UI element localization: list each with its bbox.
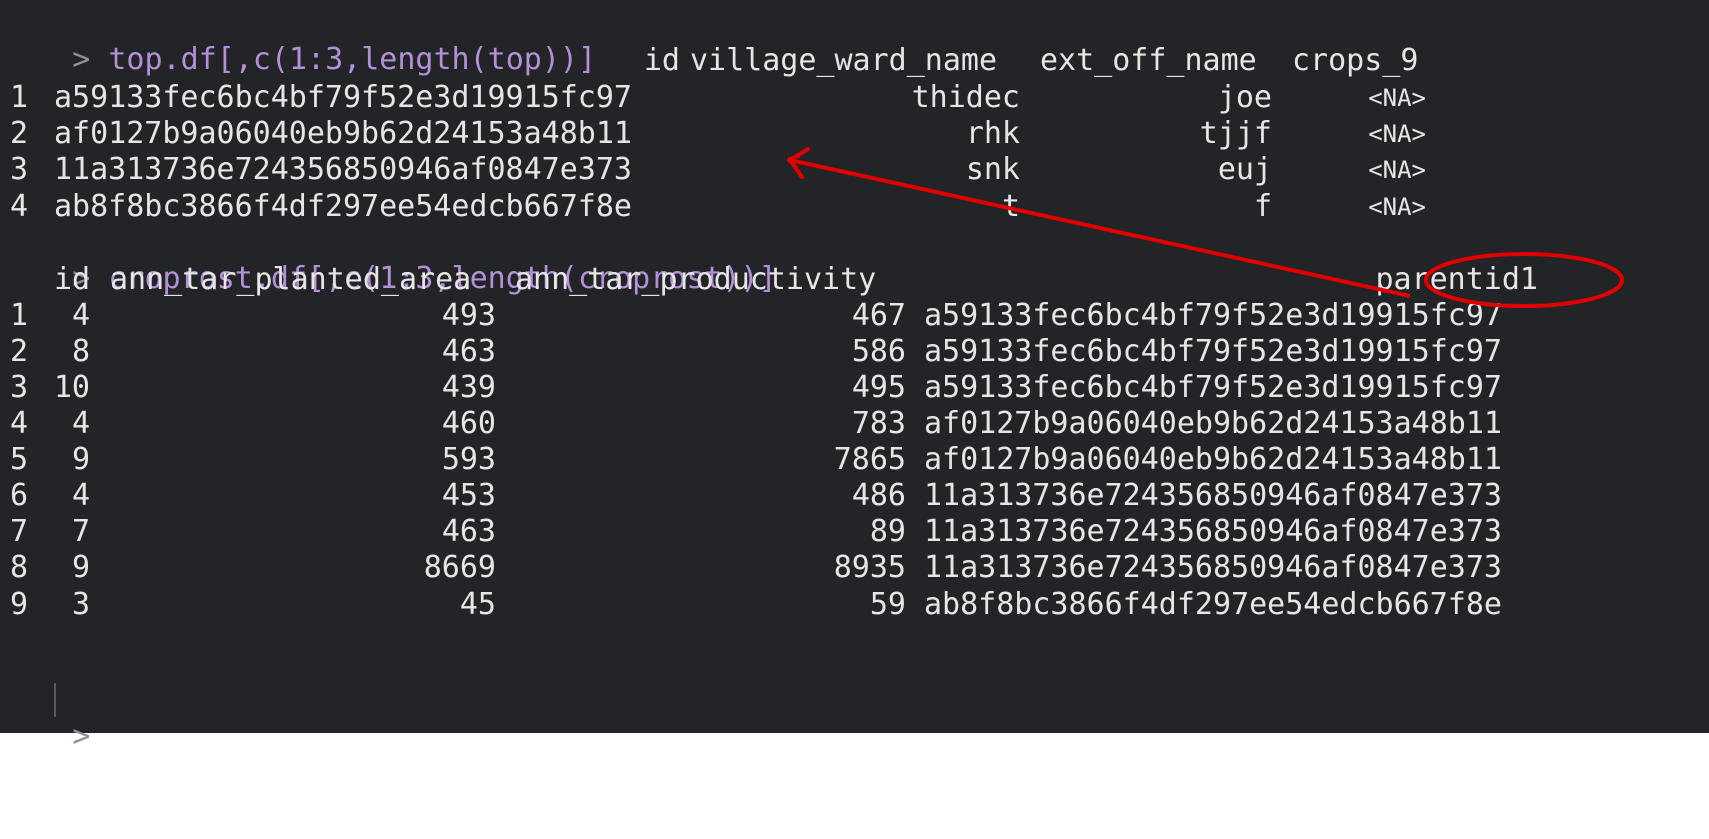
cell-productivity: 467 [851, 298, 906, 333]
header-ann-tar-planted-area: ann_tar_planted_area [110, 262, 472, 297]
row-number: 3 [10, 152, 29, 187]
cell-id: 3 [71, 587, 90, 622]
cell-village-ward-name: t [1001, 189, 1020, 224]
cell-id: 4 [71, 406, 90, 441]
top-table-header: id village_ward_name ext_off_name crops_… [0, 43, 1709, 79]
cell-id: 11a313736e724356850946af0847e373 [54, 152, 632, 187]
cell-planted-area: 493 [441, 298, 496, 333]
header-id: id [54, 262, 91, 297]
cell-crops-9: <NA> [1368, 156, 1426, 184]
croprost-table-row: 3 10 439 495 a59133fec6bc4bf79f52e3d1991… [0, 370, 1709, 406]
cell-planted-area: 439 [441, 370, 496, 405]
cell-productivity: 486 [851, 478, 906, 513]
cell-crops-9: <NA> [1368, 84, 1426, 112]
cell-ext-off-name: euj [1217, 152, 1272, 187]
header-id: id [643, 43, 680, 78]
cell-parentid1: a59133fec6bc4bf79f52e3d19915fc97 [924, 370, 1502, 405]
croprost-table-row: 4 4 460 783 af0127b9a06040eb9b62d24153a4… [0, 406, 1709, 442]
row-number: 8 [10, 550, 29, 585]
cell-id: 9 [71, 442, 90, 477]
prompt-symbol: > [72, 719, 91, 754]
cell-productivity: 7865 [833, 442, 906, 477]
cell-productivity: 783 [851, 406, 906, 441]
top-table-row: 4 ab8f8bc3866f4df297ee54edcb667f8e t f <… [0, 189, 1709, 225]
cell-planted-area: 463 [441, 514, 496, 549]
row-number: 2 [10, 116, 29, 151]
cell-planted-area: 8669 [423, 550, 496, 585]
cell-planted-area: 463 [441, 334, 496, 369]
header-parentid1: parentid1 [1375, 262, 1538, 297]
row-number: 1 [10, 298, 29, 333]
cell-productivity: 586 [851, 334, 906, 369]
cell-parentid1: ab8f8bc3866f4df297ee54edcb667f8e [924, 587, 1502, 622]
row-number: 4 [10, 189, 29, 224]
croprost-table-row: 9 3 45 59 ab8f8bc3866f4df297ee54edcb667f… [0, 587, 1709, 623]
cell-crops-9: <NA> [1368, 193, 1426, 221]
cell-id: a59133fec6bc4bf79f52e3d19915fc97 [54, 80, 632, 115]
row-number: 4 [10, 406, 29, 441]
croprost-table-row: 2 8 463 586 a59133fec6bc4bf79f52e3d19915… [0, 334, 1709, 370]
cell-id: 4 [71, 298, 90, 333]
input-prompt-line[interactable]: > [0, 683, 90, 754]
cell-id: 8 [71, 334, 90, 369]
croprost-table-row: 6 4 453 486 11a313736e724356850946af0847… [0, 478, 1709, 514]
cell-ext-off-name: tjjf [1199, 116, 1272, 151]
croprost-table-row: 7 7 463 89 11a313736e724356850946af0847e… [0, 514, 1709, 550]
cell-parentid1: 11a313736e724356850946af0847e373 [924, 550, 1502, 585]
cell-ext-off-name: f [1253, 189, 1272, 224]
cell-ext-off-name: joe [1217, 80, 1272, 115]
row-number: 2 [10, 334, 29, 369]
row-number: 5 [10, 442, 29, 477]
cell-parentid1: 11a313736e724356850946af0847e373 [924, 514, 1502, 549]
cell-productivity: 89 [869, 514, 906, 549]
cell-parentid1: a59133fec6bc4bf79f52e3d19915fc97 [924, 298, 1502, 333]
row-number: 6 [10, 478, 29, 513]
cell-planted-area: 45 [459, 587, 496, 622]
croprost-table-header: id ann_tar_planted_area ann_tar_producti… [0, 262, 1709, 298]
cell-parentid1: 11a313736e724356850946af0847e373 [924, 478, 1502, 513]
cell-parentid1: a59133fec6bc4bf79f52e3d19915fc97 [924, 334, 1502, 369]
croprost-table-row: 1 4 493 467 a59133fec6bc4bf79f52e3d19915… [0, 298, 1709, 334]
cell-village-ward-name: rhk [965, 116, 1020, 151]
cell-village-ward-name: snk [965, 152, 1020, 187]
cell-productivity: 495 [851, 370, 906, 405]
header-ext-off-name: ext_off_name [1040, 43, 1257, 78]
cell-crops-9: <NA> [1368, 120, 1426, 148]
cell-planted-area: 453 [441, 478, 496, 513]
cell-village-ward-name: thidec [911, 80, 1020, 115]
text-cursor [54, 683, 56, 717]
row-number: 3 [10, 370, 29, 405]
cell-parentid1: af0127b9a06040eb9b62d24153a48b11 [924, 406, 1502, 441]
cell-id: 9 [71, 550, 90, 585]
croprost-table-row: 8 9 8669 8935 11a313736e724356850946af08… [0, 550, 1709, 586]
row-number: 7 [10, 514, 29, 549]
top-table-row: 2 af0127b9a06040eb9b62d24153a48b11 rhk t… [0, 116, 1709, 152]
cell-parentid1: af0127b9a06040eb9b62d24153a48b11 [924, 442, 1502, 477]
croprost-table-row: 5 9 593 7865 af0127b9a06040eb9b62d24153a… [0, 442, 1709, 478]
header-village-ward-name: village_ward_name [690, 43, 998, 78]
cell-id: 10 [53, 370, 90, 405]
header-ann-tar-productivity: ann_tar_productivity [515, 262, 877, 297]
row-number: 1 [10, 80, 29, 115]
header-crops-9: crops_9 [1292, 43, 1419, 78]
top-table-row: 3 11a313736e724356850946af0847e373 snk e… [0, 152, 1709, 188]
command-line-top: > top.df[,c(1:3,length(top))] [0, 6, 596, 77]
cell-productivity: 59 [869, 587, 906, 622]
cell-id: af0127b9a06040eb9b62d24153a48b11 [54, 116, 632, 151]
r-console[interactable]: > top.df[,c(1:3,length(top))] id village… [0, 0, 1709, 754]
row-number: 9 [10, 587, 29, 622]
cell-productivity: 8935 [833, 550, 906, 585]
cell-planted-area: 460 [441, 406, 496, 441]
top-table-row: 1 a59133fec6bc4bf79f52e3d19915fc97 thide… [0, 80, 1709, 116]
command-line-croprost: > croprost.df[,c(1:3,length(croprost))] [0, 225, 776, 296]
cell-planted-area: 593 [441, 442, 496, 477]
cell-id: 4 [71, 478, 90, 513]
cell-id: ab8f8bc3866f4df297ee54edcb667f8e [54, 189, 632, 224]
cell-id: 7 [71, 514, 90, 549]
